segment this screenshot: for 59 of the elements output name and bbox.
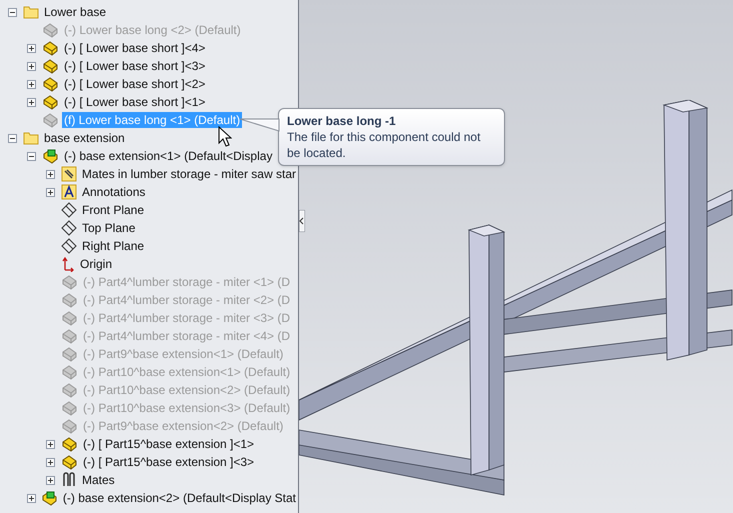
expand-toggle[interactable] — [46, 170, 55, 178]
expand-toggle[interactable] — [46, 188, 55, 196]
plane-icon — [61, 220, 77, 236]
expand-toggle[interactable] — [27, 62, 36, 70]
part-icon — [42, 40, 59, 56]
part-icon — [61, 364, 78, 380]
expand-toggle[interactable] — [8, 8, 17, 16]
plane-icon — [61, 202, 77, 218]
expand-toggle[interactable] — [8, 134, 17, 142]
part-icon — [42, 112, 59, 128]
expand-toggle[interactable] — [27, 98, 36, 106]
expand-toggle[interactable] — [27, 494, 36, 502]
assembly-icon — [42, 148, 59, 164]
mouse-pointer-icon — [218, 126, 232, 148]
tree-item[interactable]: Top Plane — [80, 220, 138, 236]
part-icon — [61, 382, 78, 398]
tree-item[interactable]: (-) [ Part15^base extension ]<3> — [81, 454, 256, 470]
tooltip-title: Lower base long -1 — [287, 113, 397, 129]
part-icon — [42, 58, 59, 74]
tree-item[interactable]: Lower base — [42, 4, 108, 20]
expand-toggle[interactable] — [46, 440, 55, 448]
collapse-handle-icon[interactable] — [299, 210, 305, 232]
tooltip-message: The file for this component could not be located. — [287, 129, 482, 161]
expand-toggle[interactable] — [27, 80, 36, 88]
part-icon — [61, 454, 78, 470]
part-icon — [61, 418, 78, 434]
tree-item[interactable]: (-) [ Part15^base extension ]<1> — [81, 436, 256, 452]
tree-item[interactable]: Mates — [80, 472, 117, 488]
expand-toggle[interactable] — [27, 152, 36, 160]
tree-item[interactable]: (-) [ Lower base short ]<3> — [62, 58, 208, 74]
expand-toggle[interactable] — [27, 44, 36, 52]
part-icon — [42, 76, 59, 92]
tree-item[interactable]: Origin — [78, 256, 114, 272]
tree-item[interactable]: Right Plane — [80, 238, 146, 254]
paperclip-icon — [61, 472, 77, 488]
part-icon — [61, 310, 78, 326]
tree-item[interactable]: (-) base extension<2> (Default<Display Stat — [60, 490, 298, 506]
expand-toggle[interactable] — [46, 476, 55, 484]
tree-item[interactable]: Annotations — [80, 184, 148, 200]
origin-icon — [61, 256, 75, 272]
tree-item[interactable]: Front Plane — [80, 202, 146, 218]
annotations-icon — [61, 184, 77, 200]
part-icon — [42, 94, 59, 110]
plane-icon — [61, 238, 77, 254]
tree-item[interactable]: (-) [ Lower base short ]<1> — [62, 94, 208, 110]
part-icon — [61, 292, 78, 308]
part-icon — [61, 346, 78, 362]
part-icon — [61, 328, 78, 344]
part-icon — [61, 436, 78, 452]
tree-item[interactable]: Mates in lumber storage - miter saw star — [80, 166, 298, 182]
assembly-icon — [40, 490, 58, 506]
part-icon — [61, 400, 78, 416]
part-icon — [42, 22, 59, 38]
tree-item[interactable]: base extension — [42, 130, 127, 146]
tree-item[interactable]: (-) [ Lower base short ]<4> — [62, 40, 208, 56]
tree-item[interactable]: (-) base extension<1> (Default<Display — [62, 148, 274, 164]
expand-toggle[interactable] — [46, 458, 55, 466]
tree-item[interactable]: (-) [ Lower base short ]<2> — [62, 76, 208, 92]
part-icon — [61, 274, 78, 290]
